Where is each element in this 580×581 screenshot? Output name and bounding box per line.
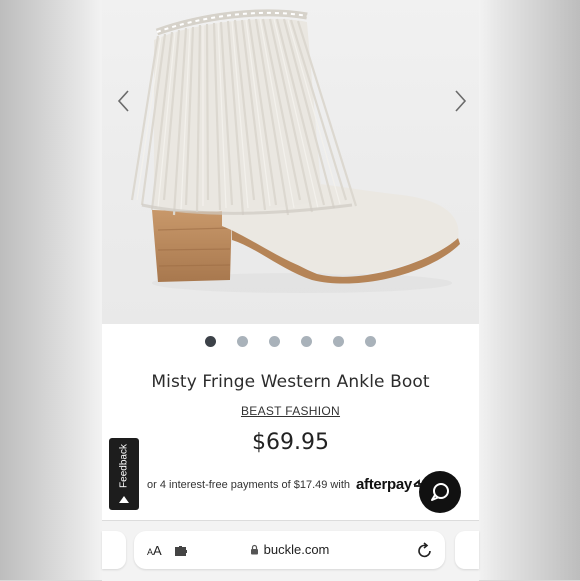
url-display[interactable]: buckle.com (134, 542, 445, 557)
carousel-dot-3[interactable] (269, 336, 280, 347)
reload-button[interactable] (417, 541, 433, 564)
carousel-next-button[interactable] (450, 88, 470, 114)
browser-address-bar: AA buckle.com (102, 520, 479, 581)
feedback-tab[interactable]: Feedback (109, 438, 139, 510)
feedback-label: Feedback (118, 444, 130, 488)
carousel-dots (102, 336, 479, 347)
carousel-prev-button[interactable] (114, 88, 134, 114)
carousel-dot-1[interactable] (205, 336, 216, 347)
product-title: Misty Fringe Western Ankle Boot (151, 372, 430, 392)
chat-button[interactable] (419, 471, 461, 513)
afterpay-installments: or 4 interest-free payments of $17.49 wi… (147, 476, 428, 493)
afterpay-label: afterpay (356, 476, 412, 493)
installments-text: or 4 interest-free payments of $17.49 wi… (147, 478, 350, 491)
previous-tab-pill[interactable] (102, 531, 126, 569)
brand-link[interactable]: BEAST FASHION (102, 404, 479, 418)
carousel-dot-5[interactable] (333, 336, 344, 347)
product-price: $69.95 (252, 430, 329, 455)
carousel-dot-2[interactable] (237, 336, 248, 347)
url-field[interactable]: AA buckle.com (134, 531, 445, 569)
chevron-right-icon (455, 90, 467, 112)
product-image[interactable] (102, 0, 479, 324)
carousel-dot-6[interactable] (365, 336, 376, 347)
reload-icon (418, 542, 431, 558)
afterpay-logo[interactable]: afterpay (356, 476, 428, 493)
triangle-up-icon (119, 496, 129, 503)
chevron-left-icon (117, 90, 129, 112)
next-tab-pill[interactable] (455, 531, 479, 569)
product-page: Misty Fringe Western Ankle Boot BEAST FA… (102, 0, 479, 580)
lock-icon (250, 544, 258, 555)
chat-bubble-icon (431, 483, 449, 501)
carousel-dot-4[interactable] (301, 336, 312, 347)
url-text: buckle.com (263, 542, 330, 557)
fringe-boot-illustration (130, 9, 460, 293)
